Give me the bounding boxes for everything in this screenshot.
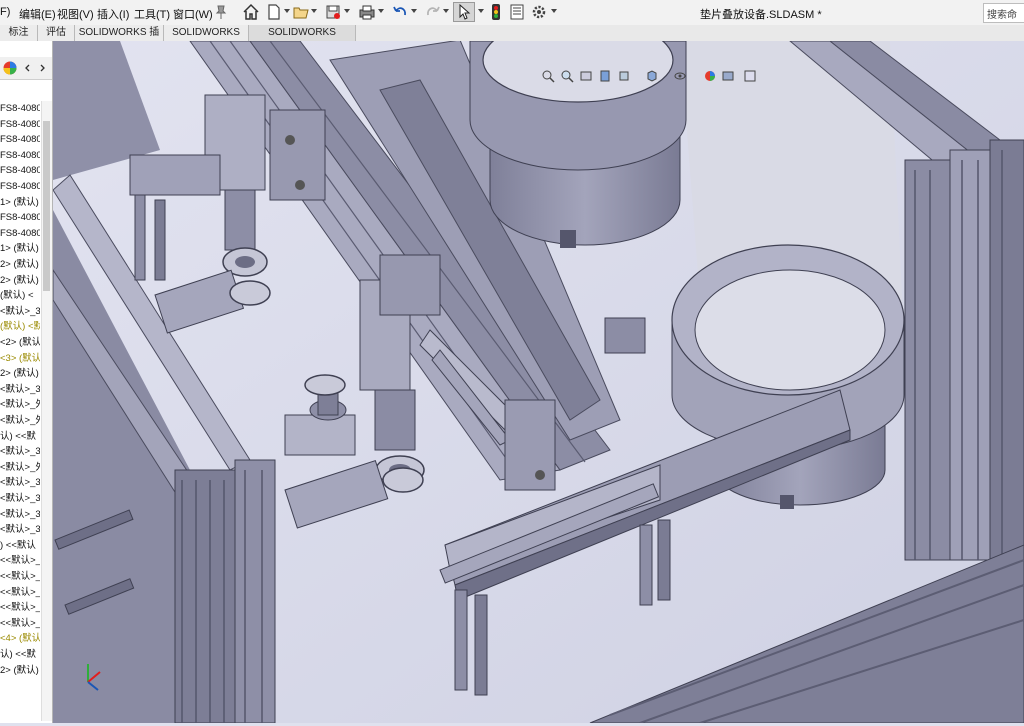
menu-insert[interactable]: 插入(I) bbox=[97, 6, 129, 22]
tree-item[interactable]: <3> (默认 bbox=[0, 351, 40, 366]
tree-item[interactable]: 认) <<默 bbox=[0, 429, 40, 444]
search-input[interactable]: 搜索命 bbox=[983, 3, 1024, 23]
section-view-icon[interactable] bbox=[598, 69, 612, 83]
pin-icon[interactable] bbox=[212, 3, 230, 21]
tree-item[interactable]: 1> (默认) bbox=[0, 195, 40, 210]
tree-item[interactable]: <<默认>_ bbox=[0, 616, 40, 631]
view-orientation-icon[interactable] bbox=[617, 69, 631, 83]
appearance-icon[interactable] bbox=[703, 69, 717, 83]
tree-item[interactable]: FS8-4080 bbox=[0, 226, 40, 241]
undo-dropdown-caret[interactable] bbox=[411, 9, 417, 13]
tree-item[interactable]: <默认>_3 bbox=[0, 475, 40, 490]
hide-show-icon[interactable] bbox=[673, 69, 687, 83]
tree-item[interactable]: <<默认>_ bbox=[0, 600, 40, 615]
tree-item[interactable]: <默认>_3 bbox=[0, 304, 40, 319]
panel-toolbar bbox=[0, 57, 52, 80]
tree-item[interactable]: <<默认>_ bbox=[0, 569, 40, 584]
tree-item[interactable]: <默认>_3 bbox=[0, 382, 40, 397]
redo-dropdown-caret[interactable] bbox=[443, 9, 449, 13]
menu-tools[interactable]: 工具(T) bbox=[134, 6, 170, 22]
tree-item[interactable]: FS8-4080 bbox=[0, 163, 40, 178]
previous-view-icon[interactable] bbox=[579, 69, 593, 83]
appearance-ball-icon[interactable] bbox=[2, 60, 18, 76]
scrollbar-thumb[interactable] bbox=[43, 121, 50, 291]
save-icon[interactable] bbox=[324, 3, 342, 21]
tab-markup[interactable]: 标注 bbox=[0, 25, 38, 41]
tree-item[interactable]: FS8-4080 bbox=[0, 210, 40, 225]
graphics-area[interactable] bbox=[52, 17, 1024, 724]
tree-item[interactable]: <<默认>_ bbox=[0, 553, 40, 568]
tree-item[interactable]: <默认>_外 bbox=[0, 397, 40, 412]
tree-item[interactable]: (默认) <默 bbox=[0, 319, 40, 334]
print-dropdown-caret[interactable] bbox=[378, 9, 384, 13]
options-dropdown-caret[interactable] bbox=[551, 9, 557, 13]
tree-item[interactable]: FS8-4080 bbox=[0, 101, 40, 116]
select-arrow-icon[interactable] bbox=[453, 2, 475, 22]
home-icon[interactable] bbox=[242, 3, 260, 21]
command-tabs: 标注 评估 SOLIDWORKS 插件 SOLIDWORKS CAM SOLID… bbox=[0, 25, 1024, 53]
view-settings-icon[interactable] bbox=[743, 69, 757, 83]
chevron-left-icon[interactable] bbox=[24, 64, 32, 72]
open-icon[interactable] bbox=[292, 3, 310, 21]
open-dropdown-caret[interactable] bbox=[311, 9, 317, 13]
document-title: 垫片叠放设备.SLDASM * bbox=[700, 9, 822, 21]
assembly-model bbox=[52, 17, 1024, 724]
options-gear-icon[interactable] bbox=[530, 3, 548, 21]
file-properties-icon[interactable] bbox=[508, 3, 526, 21]
menu-bar: F) 编辑(E) 视图(V) 插入(I) 工具(T) 窗口(W) 垫片叠放设备.… bbox=[0, 0, 1024, 26]
tree-item[interactable]: <默认>_外 bbox=[0, 413, 40, 428]
tree-item[interactable]: <默认>_外 bbox=[0, 460, 40, 475]
tree-item[interactable]: 2> (默认) bbox=[0, 273, 40, 288]
tree-item[interactable]: 认) <<默 bbox=[0, 647, 40, 662]
tab-solidworks-cam[interactable]: SOLIDWORKS CAM bbox=[164, 25, 249, 53]
scene-icon[interactable] bbox=[721, 69, 735, 83]
new-document-icon[interactable] bbox=[265, 3, 283, 21]
print-icon[interactable] bbox=[358, 3, 376, 21]
tree-item[interactable]: FS8-4080 bbox=[0, 148, 40, 163]
search-label: 搜索命 bbox=[987, 10, 1017, 21]
traffic-light-icon[interactable] bbox=[487, 3, 505, 21]
feature-manager-tree: FS8-4080 FS8-4080 FS8-4080 FS8-4080 FS8-4080… bbox=[0, 41, 53, 723]
tree-item[interactable]: 2> (默认) bbox=[0, 366, 40, 381]
tree-item[interactable]: <4> (默认 bbox=[0, 631, 40, 646]
redo-icon[interactable] bbox=[424, 3, 442, 21]
tree-item[interactable]: FS8-4080 bbox=[0, 132, 40, 147]
select-dropdown-caret[interactable] bbox=[478, 9, 484, 13]
tree-item[interactable]: <<默认>_ bbox=[0, 585, 40, 600]
tree-item[interactable]: 2> (默认) bbox=[0, 663, 40, 678]
tree-scrollbar[interactable] bbox=[41, 101, 52, 721]
save-dropdown-caret[interactable] bbox=[344, 9, 350, 13]
tree-item[interactable]: <默认>_3 bbox=[0, 507, 40, 522]
zoom-fit-icon[interactable] bbox=[541, 69, 555, 83]
tree-item[interactable]: 1> (默认) bbox=[0, 241, 40, 256]
tree-item[interactable]: <2> (默认 bbox=[0, 335, 40, 350]
tree-item[interactable]: ) <<默认 bbox=[0, 538, 40, 553]
tree-item[interactable]: FS8-4080 bbox=[0, 179, 40, 194]
zoom-area-icon[interactable] bbox=[560, 69, 574, 83]
tab-solidworks-addins[interactable]: SOLIDWORKS 插件 bbox=[75, 25, 164, 53]
menu-view[interactable]: 视图(V) bbox=[57, 6, 94, 22]
chevron-right-icon[interactable] bbox=[38, 64, 46, 72]
tab-solidworks-inspection[interactable]: SOLIDWORKS Inspection bbox=[249, 25, 356, 53]
tab-evaluate[interactable]: 评估 bbox=[38, 25, 75, 41]
undo-icon[interactable] bbox=[391, 3, 409, 21]
tree-item[interactable]: (默认) < bbox=[0, 288, 40, 303]
tree-item[interactable]: <默认>_3 bbox=[0, 444, 40, 459]
display-style-icon[interactable] bbox=[645, 69, 659, 83]
tree-item[interactable]: <默认>_3 bbox=[0, 522, 40, 537]
new-dropdown-caret[interactable] bbox=[284, 9, 290, 13]
menu-edit[interactable]: 编辑(E) bbox=[19, 6, 56, 22]
tree-item[interactable]: <默认>_3 bbox=[0, 491, 40, 506]
menu-file[interactable]: F) bbox=[0, 6, 10, 18]
tree-item[interactable]: 2> (默认) bbox=[0, 257, 40, 272]
tree-item[interactable]: FS8-4080 bbox=[0, 117, 40, 132]
menu-window[interactable]: 窗口(W) bbox=[173, 6, 213, 22]
